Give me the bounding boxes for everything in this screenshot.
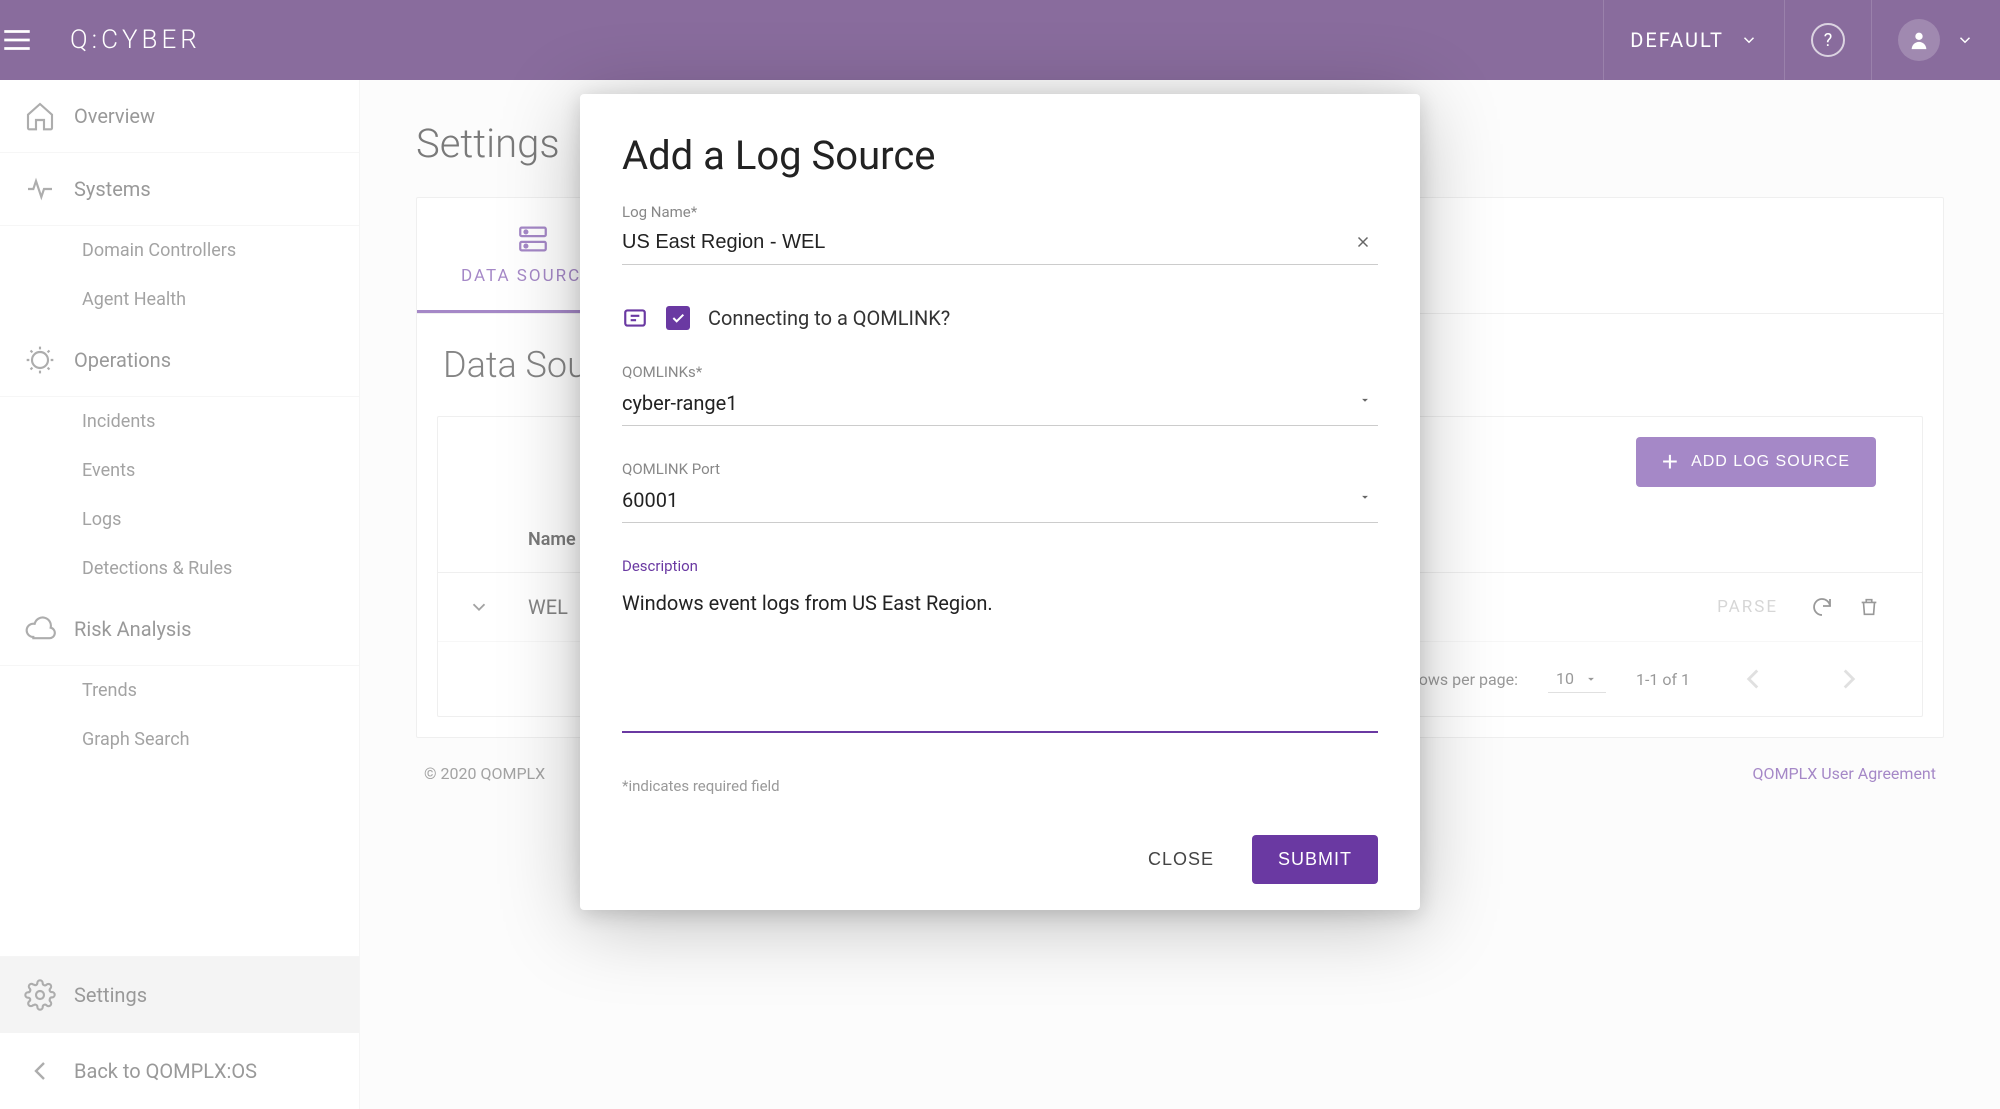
qomlink-port-field: QOMLINK Port 60001	[622, 466, 1378, 523]
add-log-source-dialog: Add a Log Source Log Name* Connecting to…	[580, 94, 1420, 910]
qomlink-checkbox-row: Connecting to a QOMLINK?	[622, 305, 1378, 331]
qomlink-checkbox-label: Connecting to a QOMLINK?	[708, 306, 950, 330]
description-field: Description	[622, 563, 1378, 737]
dialog-title: Add a Log Source	[622, 132, 1378, 179]
qomlinks-select[interactable]: cyber-range1	[622, 369, 1378, 426]
qomlinks-label: QOMLINKs*	[622, 363, 702, 381]
submit-button[interactable]: SUBMIT	[1252, 835, 1378, 884]
description-label: Description	[622, 557, 698, 575]
qomlink-port-value: 60001	[622, 488, 678, 512]
log-name-input[interactable]	[622, 209, 1378, 265]
log-name-label: Log Name*	[622, 203, 697, 221]
close-button[interactable]: CLOSE	[1124, 835, 1238, 884]
link-icon	[622, 305, 648, 331]
qomlink-port-select[interactable]: 60001	[622, 466, 1378, 523]
caret-down-icon	[1358, 393, 1372, 407]
caret-down-icon	[1358, 490, 1372, 504]
qomlinks-value: cyber-range1	[622, 391, 737, 415]
description-input[interactable]	[622, 563, 1378, 733]
qomlink-checkbox[interactable]	[666, 306, 690, 330]
check-icon	[670, 310, 686, 326]
required-field-hint: *indicates required field	[622, 777, 1378, 795]
close-icon	[1354, 233, 1372, 251]
clear-input-button[interactable]	[1354, 233, 1372, 251]
qomlinks-field: QOMLINKs* cyber-range1	[622, 369, 1378, 426]
log-name-field: Log Name*	[622, 209, 1378, 265]
qomlink-port-label: QOMLINK Port	[622, 460, 720, 478]
